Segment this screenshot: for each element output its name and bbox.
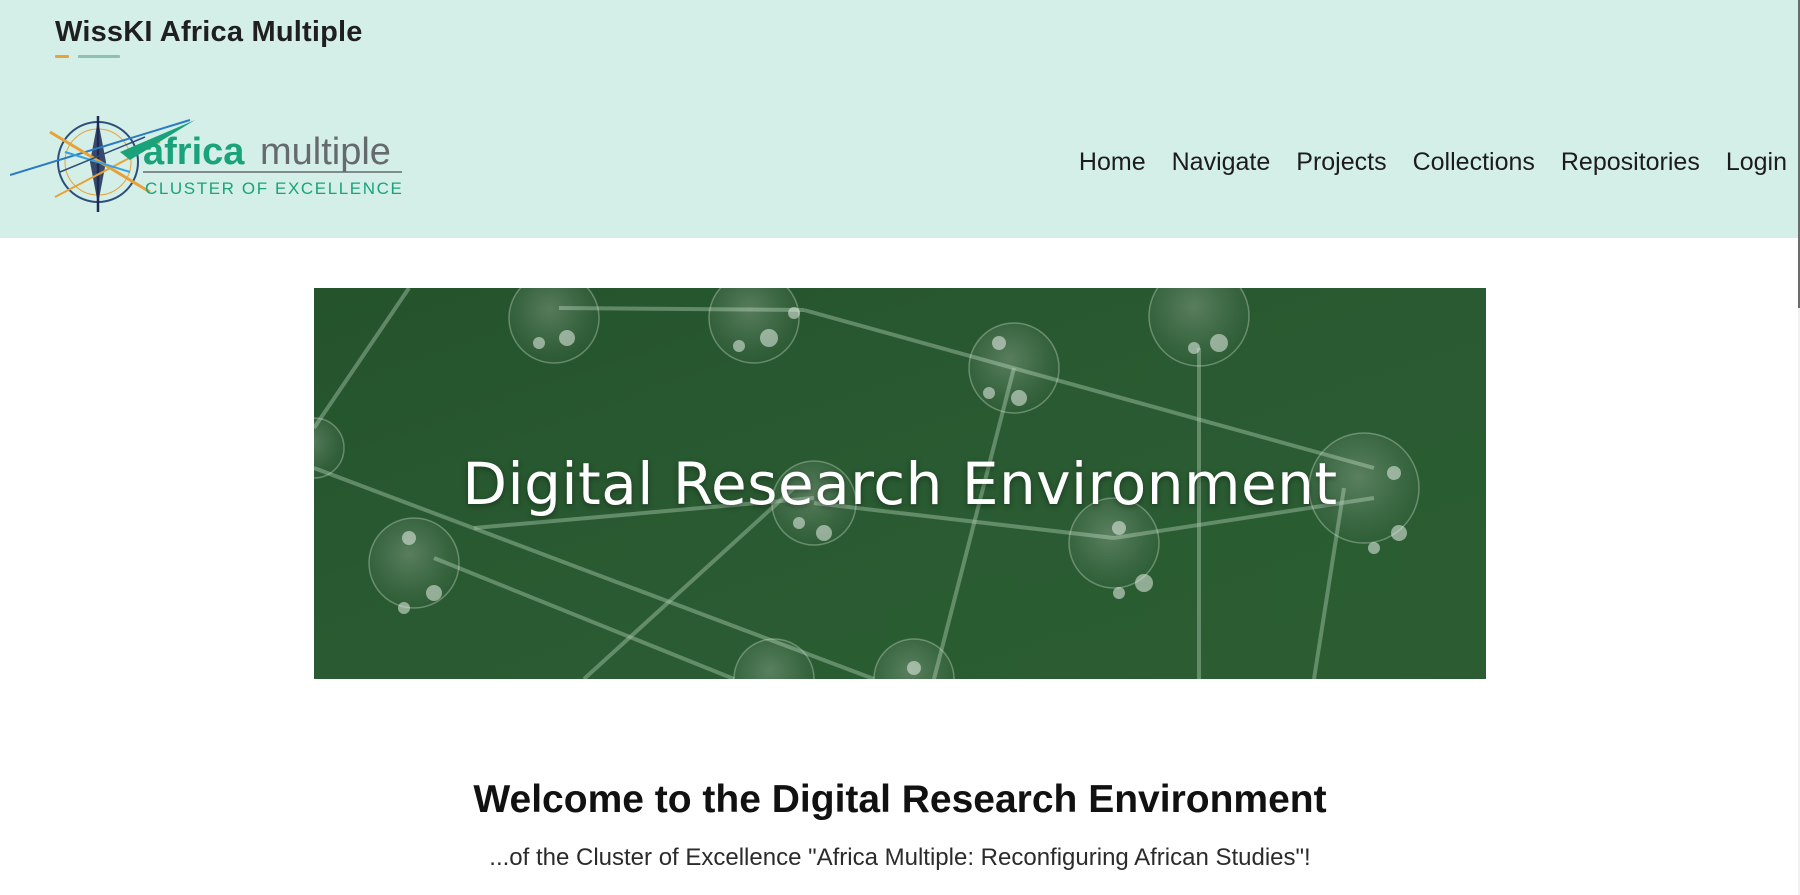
title-accent-orange [55, 55, 69, 58]
site-name-link[interactable]: WissKI Africa Multiple [55, 16, 363, 49]
nav-projects-link[interactable]: Projects [1283, 148, 1399, 177]
nav-home-link[interactable]: Home [1066, 148, 1159, 177]
welcome-heading: Welcome to the Digital Research Environm… [473, 778, 1327, 821]
logo-tagline: CLUSTER OF EXCELLENCE [145, 179, 403, 198]
nav-collections-link[interactable]: Collections [1400, 148, 1548, 177]
africa-multiple-logo[interactable]: africa multiple CLUSTER OF EXCELLENCE [10, 112, 410, 218]
nav-repositories-link[interactable]: Repositories [1548, 148, 1713, 177]
logo-wordmark-africa: africa [143, 131, 245, 173]
main-nav: Home Navigate Projects Collections Repos… [1066, 148, 1787, 177]
logo-wordmark-multiple: multiple [260, 131, 391, 173]
nav-navigate-link[interactable]: Navigate [1159, 148, 1284, 177]
hero-banner: Digital Research Environment [314, 288, 1486, 679]
welcome-subtitle: ...of the Cluster of Excellence "Africa … [489, 844, 1311, 871]
site-header: WissKI Africa Multiple africa multiple C… [0, 0, 1800, 238]
title-accent-teal [78, 55, 120, 58]
hero-title: Digital Research Environment [462, 449, 1338, 518]
nav-login-link[interactable]: Login [1713, 148, 1787, 177]
page: WissKI Africa Multiple africa multiple C… [0, 0, 1800, 895]
